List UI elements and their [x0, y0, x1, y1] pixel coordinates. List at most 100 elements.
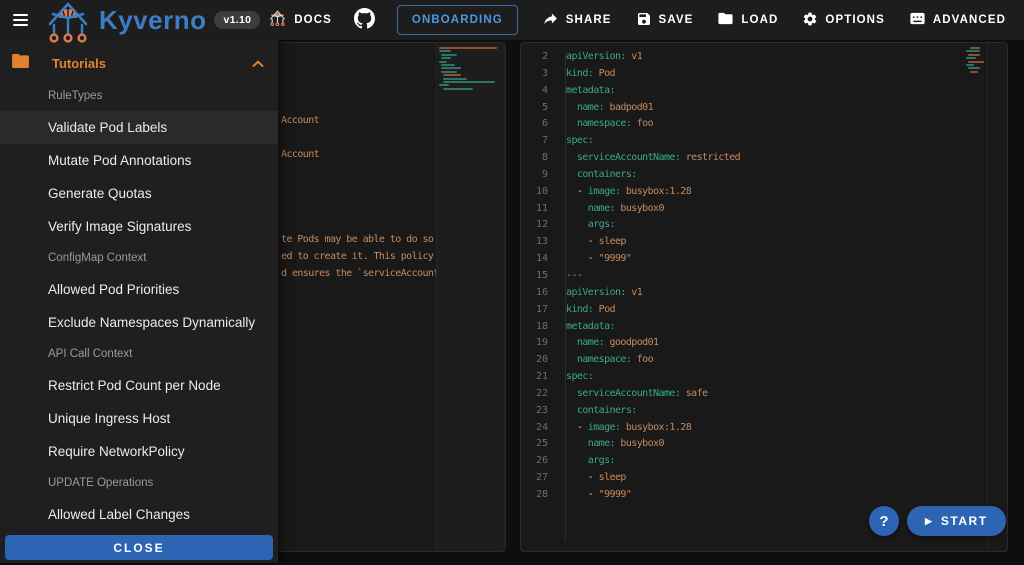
- code-line: 21spec:: [521, 369, 937, 386]
- tutorials-group-header[interactable]: Tutorials: [0, 40, 278, 81]
- code-line: 5 name: badpod01: [521, 100, 937, 117]
- minimap-line: [968, 54, 980, 56]
- sidebar-item-generate-quotas[interactable]: Generate Quotas: [0, 177, 278, 210]
- line-number: 4: [521, 83, 548, 100]
- line-number: 12: [521, 217, 548, 234]
- sidebar-item-validate-pod-labels[interactable]: Validate Pod Labels: [0, 111, 278, 144]
- save-icon: [636, 11, 652, 30]
- github-button[interactable]: [348, 0, 381, 40]
- app-bar-actions: DOCS ONBOARDING SHARE: [260, 0, 1024, 40]
- gear-icon: [802, 11, 818, 30]
- minimap-line: [966, 64, 974, 66]
- line-number: 19: [521, 335, 548, 352]
- policy-code-fragment: Account: [281, 113, 319, 130]
- code-line: 23 containers:: [521, 403, 937, 420]
- onboarding-button[interactable]: ONBOARDING: [397, 5, 518, 35]
- sidebar-item-mutate-pod-annotations[interactable]: Mutate Pod Annotations: [0, 144, 278, 177]
- minimap-line: [443, 78, 467, 80]
- tutorials-group-label: Tutorials: [52, 56, 252, 71]
- sidebar-item-allowed-label-changes[interactable]: Allowed Label Changes: [0, 498, 278, 531]
- line-number: 27: [521, 470, 548, 487]
- share-icon: [542, 10, 559, 30]
- line-number: 17: [521, 302, 548, 319]
- line-number: 2: [521, 49, 548, 66]
- code-line: 13 - sleep: [521, 234, 937, 251]
- resource-minimap[interactable]: [987, 43, 1007, 551]
- resource-code[interactable]: 2apiVersion: v13kind: Pod4metadata:5 nam…: [521, 49, 937, 504]
- app-bar: Kyverno v1.10 DOCS ON: [0, 0, 1024, 40]
- code-line: 3kind: Pod: [521, 66, 937, 83]
- minimap-line: [439, 50, 451, 52]
- tutorials-list: RuleTypesValidate Pod LabelsMutate Pod A…: [0, 81, 278, 531]
- sidebar-item-allowed-pod-priorities[interactable]: Allowed Pod Priorities: [0, 273, 278, 306]
- minimap-line: [970, 71, 978, 73]
- line-number: 23: [521, 403, 548, 420]
- policy-minimap[interactable]: [436, 43, 505, 551]
- minimap-line: [966, 50, 980, 52]
- line-number: 13: [521, 234, 548, 251]
- line-number: 10: [521, 184, 548, 201]
- line-number: 26: [521, 453, 548, 470]
- version-badge: v1.10: [214, 11, 260, 29]
- sidebar-subheader-api-call-context: API Call Context: [0, 339, 278, 369]
- minimap-line: [966, 57, 976, 59]
- sidebar-item-restrict-pod-count-per-node[interactable]: Restrict Pod Count per Node: [0, 369, 278, 402]
- line-number: 11: [521, 201, 548, 218]
- question-mark-icon: ?: [879, 513, 888, 530]
- menu-icon[interactable]: [13, 12, 31, 28]
- code-line: 28 - "9999": [521, 487, 937, 504]
- policy-code-fragment: Account: [281, 147, 319, 164]
- line-number: 22: [521, 386, 548, 403]
- line-number: 21: [521, 369, 548, 386]
- line-number: 16: [521, 285, 548, 302]
- code-line: 17kind: Pod: [521, 302, 937, 319]
- minimap-line: [968, 67, 980, 69]
- code-line: 20 namespace: foo: [521, 352, 937, 369]
- minimap-line: [441, 71, 457, 73]
- help-button[interactable]: ?: [869, 506, 899, 536]
- policy-code-fragment: te Pods may be able to do so an: [281, 232, 450, 249]
- resource-editor-panel[interactable]: 2apiVersion: v13kind: Pod4metadata:5 nam…: [520, 42, 1008, 552]
- load-button[interactable]: LOAD: [709, 2, 786, 38]
- policy-code-fragment: d ensures the `serviceAccountNa: [281, 266, 450, 283]
- line-number: 18: [521, 319, 548, 336]
- line-number: 9: [521, 167, 548, 184]
- docs-button[interactable]: DOCS: [260, 2, 340, 38]
- folder-icon: [12, 54, 29, 73]
- save-button[interactable]: SAVE: [628, 3, 702, 38]
- chevron-up-icon: [252, 55, 264, 73]
- app-title: Kyverno: [99, 5, 207, 36]
- minimap-line: [968, 61, 984, 63]
- code-line: 15---: [521, 268, 937, 285]
- minimap-line: [439, 61, 447, 63]
- sidebar-item-unique-ingress-host[interactable]: Unique Ingress Host: [0, 402, 278, 435]
- minimap-line: [439, 47, 497, 49]
- share-button[interactable]: SHARE: [534, 2, 620, 38]
- docs-kyverno-icon: [268, 10, 287, 30]
- minimap-line: [443, 81, 495, 83]
- code-line: 19 name: goodpod01: [521, 335, 937, 352]
- folder-icon: [717, 10, 734, 30]
- sidebar-item-verify-image-signatures[interactable]: Verify Image Signatures: [0, 210, 278, 243]
- line-number: 20: [521, 352, 548, 369]
- sidebar-subheader-ruletypes: RuleTypes: [0, 81, 278, 111]
- code-line: 6 namespace: foo: [521, 116, 937, 133]
- minimap-line: [970, 47, 980, 49]
- sidebar-subheader-update-operations: UPDATE Operations: [0, 468, 278, 498]
- sidebar-item-require-networkpolicy[interactable]: Require NetworkPolicy: [0, 435, 278, 468]
- minimap-line: [443, 88, 473, 90]
- minimap-line: [443, 74, 461, 76]
- close-drawer-button[interactable]: CLOSE: [5, 535, 273, 560]
- advanced-button[interactable]: ADVANCED: [901, 2, 1014, 38]
- code-line: 24 - image: busybox:1.28: [521, 420, 937, 437]
- policy-code-fragment: ed to create it. This policy che: [281, 249, 455, 266]
- play-icon: ▶: [925, 516, 932, 527]
- line-number: 3: [521, 66, 548, 83]
- sidebar-item-exclude-namespaces-dynamically[interactable]: Exclude Namespaces Dynamically: [0, 306, 278, 339]
- kyverno-logo: [43, 1, 93, 50]
- start-button[interactable]: ▶ START: [907, 506, 1006, 536]
- line-number: 25: [521, 436, 548, 453]
- options-button[interactable]: OPTIONS: [794, 3, 892, 38]
- code-line: 16apiVersion: v1: [521, 285, 937, 302]
- sidebar-subheader-configmap-context: ConfigMap Context: [0, 243, 278, 273]
